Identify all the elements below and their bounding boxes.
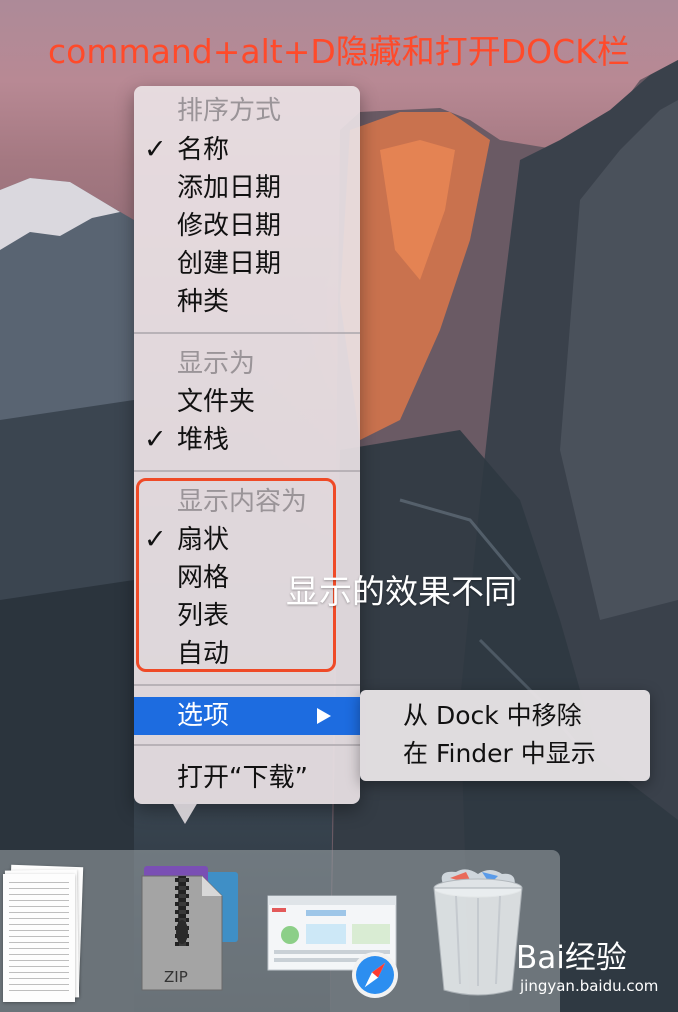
checkmark-icon: ✓	[144, 424, 167, 455]
menu-item-label: 文件夹	[177, 387, 256, 417]
menu-item-label: 名称	[177, 135, 230, 165]
menu-item-label: 选项	[177, 701, 230, 731]
menu-separator	[134, 470, 360, 472]
menu-item-label: 种类	[177, 287, 230, 317]
checkmark-icon: ✓	[144, 134, 167, 165]
menu-item-options[interactable]: 选项	[134, 697, 360, 735]
menu-item-sort-date-created[interactable]: 创建日期	[134, 245, 360, 283]
menu-item-display-stack[interactable]: ✓ 堆栈	[134, 421, 360, 459]
menu-separator	[134, 684, 360, 686]
dock-stack-context-menu: 排序方式 ✓ 名称 添加日期 修改日期 创建日期 种类 显示为 文件夹 ✓ 堆栈…	[134, 86, 360, 804]
safari-compass-icon	[352, 952, 398, 998]
menu-item-sort-name[interactable]: ✓ 名称	[134, 131, 360, 169]
menu-header-display-as: 显示为	[134, 345, 360, 383]
document-page	[3, 874, 75, 1002]
submenu-arrow-icon	[317, 708, 331, 724]
menu-pointer-tail	[172, 802, 198, 824]
trash-icon[interactable]	[426, 866, 530, 998]
options-submenu: 从 Dock 中移除 在 Finder 中显示	[360, 690, 650, 781]
menu-separator	[134, 332, 360, 334]
menu-item-display-folder[interactable]: 文件夹	[134, 383, 360, 421]
menu-item-label: 打开“下载”	[177, 763, 308, 793]
menu-item-sort-kind[interactable]: 种类	[134, 283, 360, 321]
menu-header-label: 显示为	[177, 349, 256, 379]
browser-stack-icon[interactable]	[266, 890, 400, 1002]
documents-stack-icon[interactable]	[3, 864, 84, 1006]
menu-item-label: 堆栈	[177, 425, 230, 455]
baidu-watermark: Bai经验	[516, 940, 627, 976]
downloads-zip-stack-icon[interactable]: ZIP	[130, 862, 242, 1002]
submenu-item-remove-from-dock[interactable]: 从 Dock 中移除	[403, 697, 582, 735]
menu-header-sort: 排序方式	[134, 92, 360, 130]
tutorial-headline: command+alt+D隐藏和打开DOCK栏	[48, 32, 630, 71]
menu-item-label: 修改日期	[177, 211, 282, 241]
menu-item-label: 添加日期	[177, 173, 282, 203]
annotation-text: 显示的效果不同	[286, 572, 517, 611]
zip-label: ZIP	[164, 968, 188, 986]
trash-can-icon	[433, 869, 523, 996]
menu-separator	[134, 744, 360, 746]
submenu-item-show-in-finder[interactable]: 在 Finder 中显示	[403, 735, 596, 773]
menu-item-open-downloads[interactable]: 打开“下载”	[134, 759, 360, 797]
menu-header-label: 排序方式	[177, 96, 282, 126]
menu-item-sort-date-modified[interactable]: 修改日期	[134, 207, 360, 245]
menu-item-label: 创建日期	[177, 249, 282, 279]
baidu-watermark-url: jingyan.baidu.com	[520, 977, 659, 995]
menu-item-sort-date-added[interactable]: 添加日期	[134, 169, 360, 207]
